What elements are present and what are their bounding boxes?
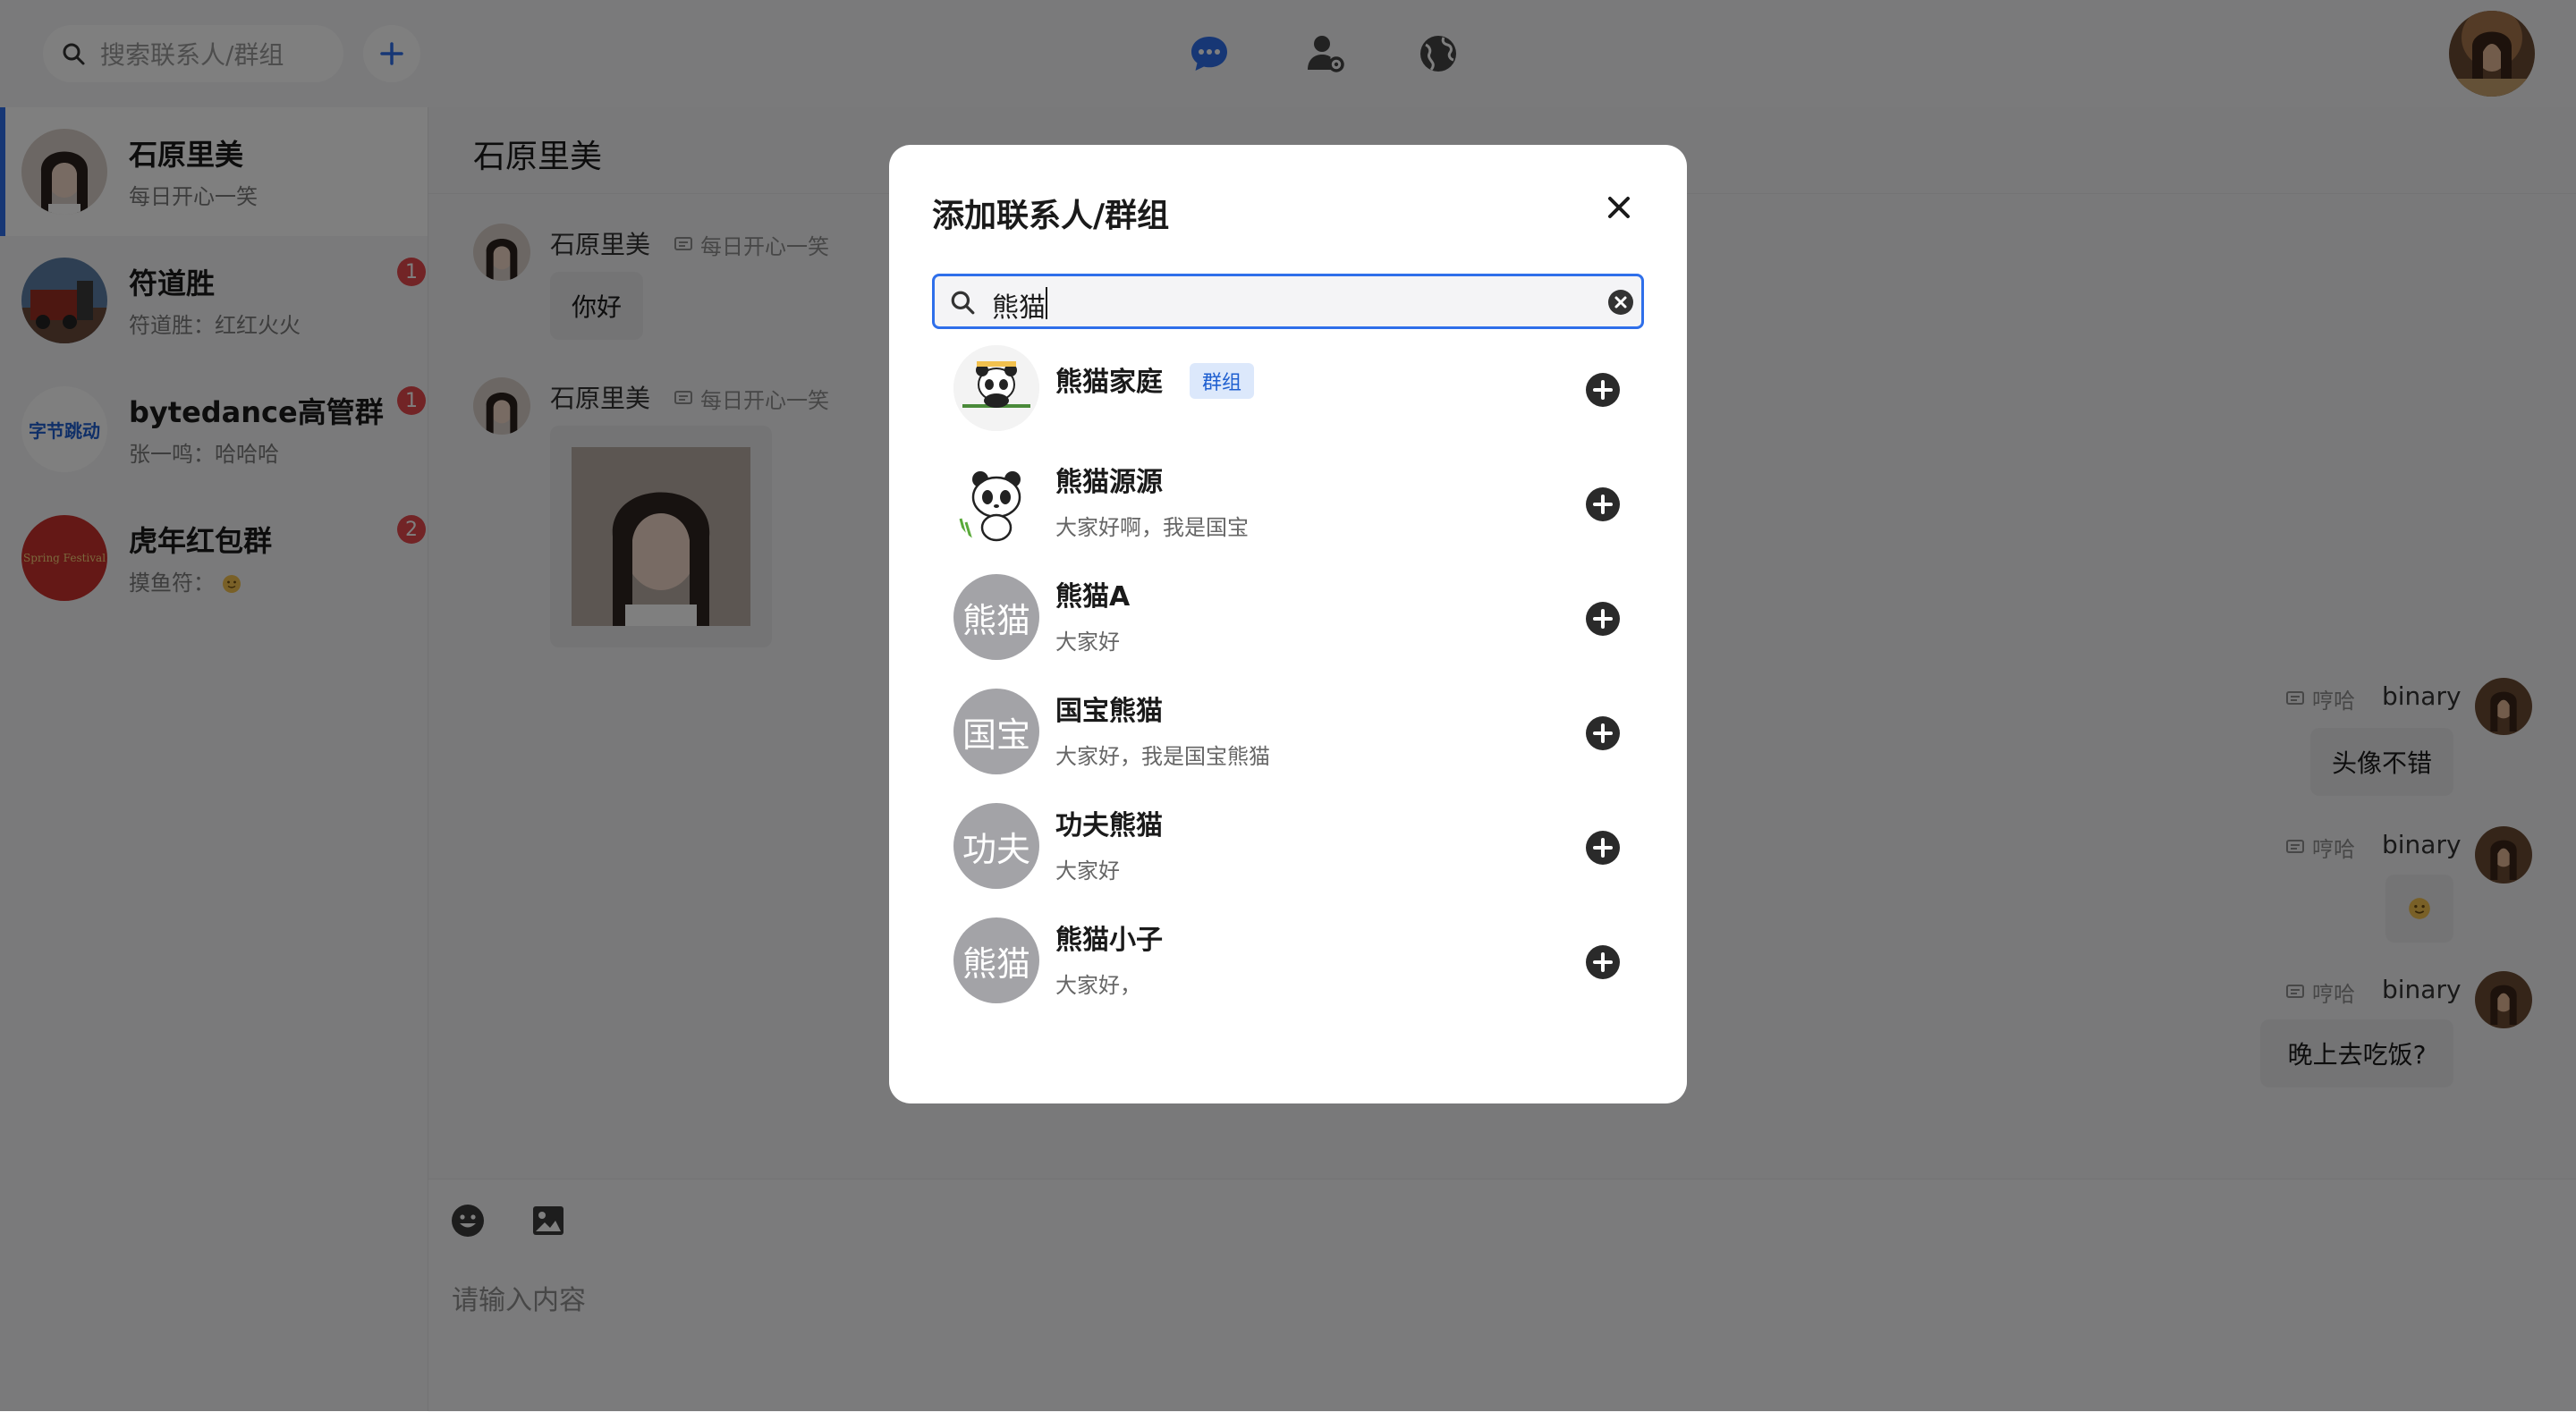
clear-input-icon[interactable] <box>1607 289 1634 316</box>
search-result-item[interactable]: 熊猫家庭 群组 <box>953 343 1633 433</box>
add-button[interactable] <box>1585 372 1621 408</box>
avatar <box>953 345 1039 431</box>
result-desc: 大家好 <box>1055 858 1120 884</box>
app-window: 搜索联系人/群组 <box>0 0 2576 1412</box>
add-button[interactable] <box>1585 601 1621 637</box>
add-circle-icon <box>1586 945 1620 979</box>
result-name: 熊猫A <box>1055 581 1131 613</box>
result-desc: 大家好 <box>1055 630 1120 655</box>
text-caret <box>1046 287 1047 319</box>
add-circle-icon <box>1586 373 1620 407</box>
search-result-item[interactable]: 熊猫 熊猫A 大家好 <box>953 572 1633 662</box>
close-icon <box>1608 197 1630 218</box>
result-name: 熊猫小子 <box>1055 925 1163 956</box>
avatar: 熊猫 <box>953 574 1039 660</box>
avatar: 熊猫 <box>953 917 1039 1003</box>
avatar: 功夫 <box>953 803 1039 889</box>
dialog-title: 添加联系人/群组 <box>932 198 1170 234</box>
add-circle-icon <box>1586 831 1620 865</box>
search-result-item[interactable]: 熊猫 熊猫小子 大家好， <box>953 916 1633 1005</box>
add-circle-icon <box>1586 716 1620 750</box>
result-name: 熊猫家庭 <box>1055 367 1163 398</box>
result-desc: 大家好啊，我是国宝 <box>1055 515 1249 540</box>
add-button[interactable] <box>1585 715 1621 751</box>
result-name: 熊猫源源 <box>1055 467 1163 498</box>
add-button[interactable] <box>1585 944 1621 980</box>
result-name: 国宝熊猫 <box>1055 696 1163 727</box>
search-value: 熊猫 <box>992 292 1046 324</box>
avatar <box>953 460 1039 545</box>
close-button[interactable] <box>1601 190 1637 225</box>
avatar: 国宝 <box>953 689 1039 774</box>
dialog-search-input[interactable]: 熊猫 <box>932 274 1644 329</box>
add-circle-icon <box>1586 602 1620 636</box>
panda-family-avatar <box>953 345 1039 431</box>
result-desc: 大家好，我是国宝熊猫 <box>1055 744 1270 769</box>
group-tag: 群组 <box>1190 363 1255 399</box>
search-result-item[interactable]: 国宝 国宝熊猫 大家好，我是国宝熊猫 <box>953 687 1633 776</box>
search-icon <box>951 291 975 315</box>
result-desc: 大家好， <box>1055 973 1141 998</box>
result-name: 功夫熊猫 <box>1055 810 1163 841</box>
add-button[interactable] <box>1585 830 1621 866</box>
add-circle-icon <box>1586 487 1620 521</box>
panda-avatar <box>953 460 1039 545</box>
search-result-item[interactable]: 熊猫源源 大家好啊，我是国宝 <box>953 458 1633 547</box>
add-contact-dialog: 添加联系人/群组 熊猫 熊猫家庭 群组 熊猫源源 大家好啊，我是国宝 熊猫 熊猫… <box>889 145 1687 1103</box>
add-button[interactable] <box>1585 486 1621 522</box>
search-result-item[interactable]: 功夫 功夫熊猫 大家好 <box>953 801 1633 891</box>
